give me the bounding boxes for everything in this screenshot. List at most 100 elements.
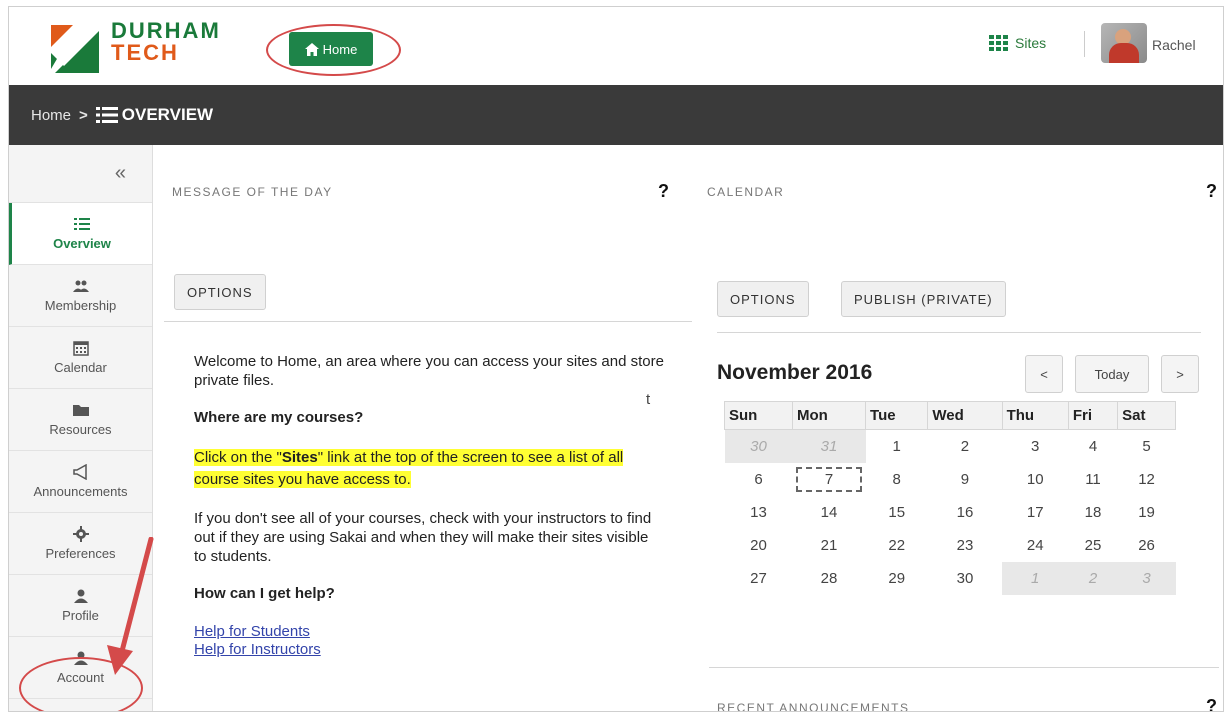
annotation-circle-account xyxy=(19,657,143,711)
calendar-day[interactable]: 26 xyxy=(1118,529,1176,562)
calendar-day[interactable]: 2 xyxy=(928,430,1002,463)
calendar-day[interactable]: 28 xyxy=(792,562,865,595)
weekday-header: Tue xyxy=(865,401,929,430)
calendar-day[interactable]: 29 xyxy=(866,562,928,595)
calendar-day[interactable]: 18 xyxy=(1068,496,1117,529)
announcements-help-icon[interactable]: ? xyxy=(1206,696,1217,711)
calendar-day[interactable]: 17 xyxy=(1002,496,1068,529)
calendar-day[interactable]: 30 xyxy=(724,429,793,463)
sidebar-item-calendar[interactable]: Calendar xyxy=(9,327,152,389)
message-of-the-day-panel: MESSAGE OF THE DAY ? OPTIONS Welcome to … xyxy=(154,145,699,711)
avatar[interactable] xyxy=(1101,23,1147,63)
sidebar-item-label: Membership xyxy=(44,298,117,313)
calendar-day[interactable]: 3 xyxy=(1117,561,1176,595)
calendar-header: November 2016 < Today > xyxy=(717,355,1199,395)
motd-highlight: Click on the "Sites" link at the top of … xyxy=(194,447,664,491)
calendar-day[interactable]: 30 xyxy=(928,562,1002,595)
calendar-divider xyxy=(717,332,1201,333)
user-name[interactable]: Rachel xyxy=(1152,37,1196,53)
calendar-day[interactable]: 3 xyxy=(1002,430,1068,463)
today-button[interactable]: Today xyxy=(1075,355,1149,393)
calendar-day[interactable]: 16 xyxy=(928,496,1002,529)
calendar-day[interactable]: 9 xyxy=(928,463,1002,496)
weekday-header: Wed xyxy=(927,401,1003,430)
calendar-day[interactable]: 12 xyxy=(1118,463,1176,496)
calendar-icon xyxy=(72,341,89,356)
sidebar-item-label: Calendar xyxy=(54,360,107,375)
prev-month-button[interactable]: < xyxy=(1025,355,1063,393)
weekday-header: Thu xyxy=(1001,401,1069,430)
calendar-day[interactable]: 21 xyxy=(792,529,865,562)
calendar-day[interactable]: 10 xyxy=(1002,463,1068,496)
calendar-help-icon[interactable]: ? xyxy=(1206,181,1217,202)
calendar-day[interactable]: 4 xyxy=(1068,430,1117,463)
sidebar-item-resources[interactable]: Resources xyxy=(9,389,152,451)
sites-link[interactable]: Sites xyxy=(989,35,1046,51)
collapse-sidebar-button[interactable]: « xyxy=(9,145,152,203)
calendar-day[interactable]: 22 xyxy=(866,529,928,562)
breadcrumb-separator: > xyxy=(79,106,88,124)
sidebar-item-overview[interactable]: Overview xyxy=(9,203,152,265)
calendar-day[interactable]: 24 xyxy=(1002,529,1068,562)
calendar-day[interactable]: 31 xyxy=(792,429,866,463)
calendar-day[interactable]: 8 xyxy=(866,463,928,496)
breadcrumb: Home > OVERVIEW xyxy=(9,85,1223,145)
motd-divider xyxy=(164,321,692,322)
sidebar-item-announcements[interactable]: Announcements xyxy=(9,451,152,513)
calendar-day[interactable]: 1 xyxy=(1002,561,1069,595)
next-month-button[interactable]: > xyxy=(1161,355,1199,393)
weekday-header: Sat xyxy=(1117,401,1176,430)
logo-mark-icon xyxy=(51,25,99,73)
help-for-students-link[interactable]: Help for Students xyxy=(194,623,664,641)
publish-private-button[interactable]: PUBLISH (PRIVATE) xyxy=(841,281,1006,317)
sites-grid-icon xyxy=(989,35,1009,51)
sidebar-item-label: Overview xyxy=(53,236,111,251)
highlight-text: Click on the "Sites" link at the top of … xyxy=(194,449,624,488)
folder-icon xyxy=(72,405,89,416)
calendar-day-today[interactable]: 7 xyxy=(792,463,865,496)
calendar-month: November 2016 xyxy=(717,361,873,384)
motd-paragraph: If you don't see all of your courses, ch… xyxy=(194,510,652,565)
breadcrumb-home[interactable]: Home xyxy=(31,107,71,124)
calendar-week: 13 14 15 16 17 18 19 xyxy=(725,496,1176,529)
calendar-week: 20 21 22 23 24 25 26 xyxy=(725,529,1176,562)
calendar-day[interactable]: 25 xyxy=(1068,529,1117,562)
calendar-day[interactable]: 5 xyxy=(1118,430,1176,463)
calendar-day[interactable]: 15 xyxy=(866,496,928,529)
durham-tech-logo[interactable]: DURHAM TECH xyxy=(39,17,239,77)
recent-announcements-title: RECENT ANNOUNCEMENTS xyxy=(717,701,910,712)
calendar-day[interactable]: 27 xyxy=(725,562,793,595)
header-divider xyxy=(1084,31,1085,57)
sidebar-item-membership[interactable]: Membership xyxy=(9,265,152,327)
sidebar-item-label: Profile xyxy=(62,608,99,623)
calendar-title: CALENDAR xyxy=(707,185,785,199)
calendar-day[interactable]: 14 xyxy=(792,496,865,529)
help-for-instructors-link[interactable]: Help for Instructors xyxy=(194,641,664,659)
calendar-week: 30 31 1 2 3 4 5 xyxy=(724,429,1176,463)
weekday-header-row: Sun Mon Tue Wed Thu Fri Sat xyxy=(724,401,1176,430)
calendar-day[interactable]: 1 xyxy=(866,430,928,463)
list-icon xyxy=(95,107,118,123)
calendar-day[interactable]: 19 xyxy=(1118,496,1176,529)
calendar-day[interactable]: 13 xyxy=(725,496,793,529)
logo-line2: TECH xyxy=(111,40,179,65)
page-frame: DURHAM TECH Home Sites Rachel Home > OVE… xyxy=(8,6,1224,712)
calendar-options-button[interactable]: OPTIONS xyxy=(717,281,809,317)
motd-options-button[interactable]: OPTIONS xyxy=(174,274,266,310)
calendar-day[interactable]: 6 xyxy=(725,463,793,496)
logo-text: DURHAM TECH xyxy=(111,20,221,64)
calendar-day[interactable]: 20 xyxy=(725,529,793,562)
motd-help-icon[interactable]: ? xyxy=(658,181,669,202)
calendar-day[interactable]: 23 xyxy=(928,529,1002,562)
calendar-day[interactable]: 11 xyxy=(1068,463,1117,496)
stray-character: t xyxy=(646,391,651,408)
sites-label: Sites xyxy=(1015,35,1047,51)
motd-question-help: How can I get help? xyxy=(194,585,335,602)
sidebar-item-label: Resources xyxy=(49,422,112,437)
weekday-header: Sun xyxy=(724,401,793,430)
user-icon xyxy=(73,589,88,603)
motd-intro: Welcome to Home, an area where you can a… xyxy=(194,353,664,389)
motd-title: MESSAGE OF THE DAY xyxy=(172,185,333,199)
calendar-week: 27 28 29 30 1 2 3 xyxy=(725,561,1176,595)
calendar-day[interactable]: 2 xyxy=(1068,561,1118,595)
